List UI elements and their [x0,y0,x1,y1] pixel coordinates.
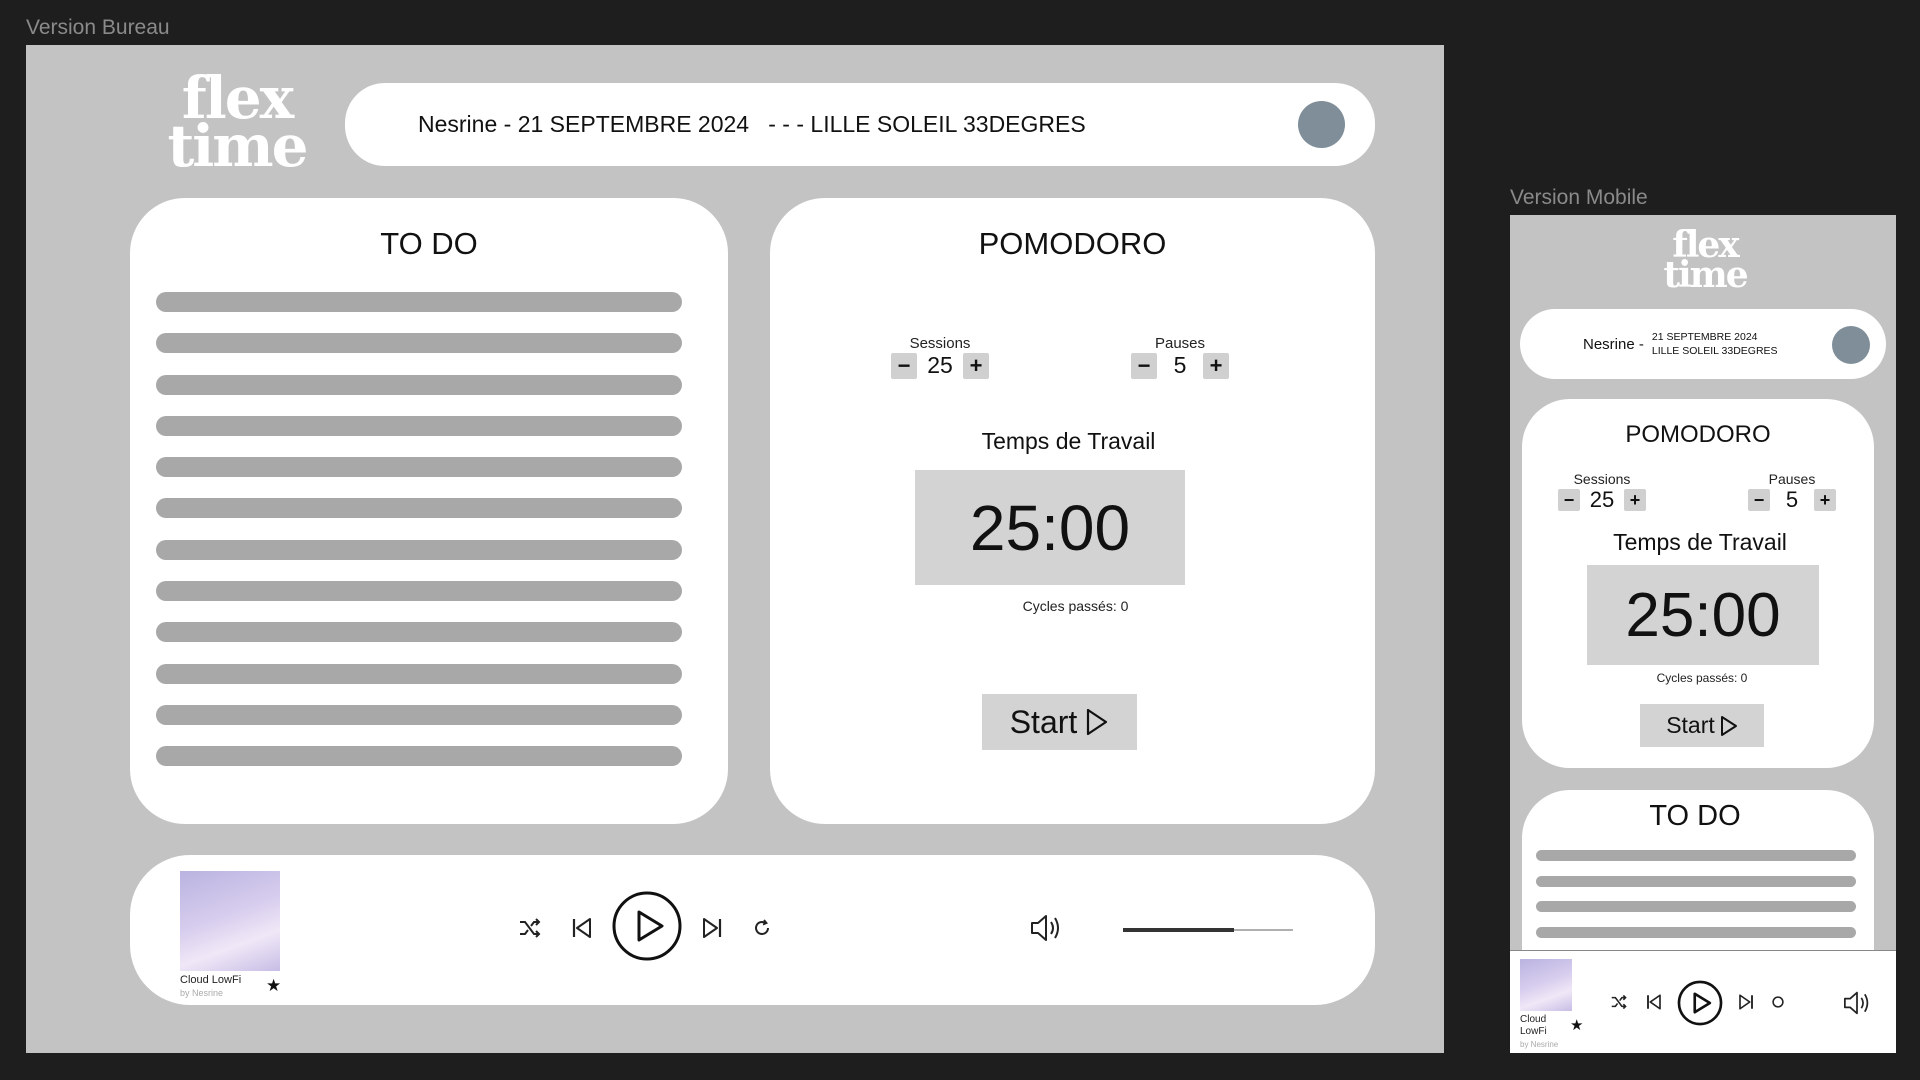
timer-display: 25:00 [1587,565,1819,665]
pauses-decrement-button[interactable]: − [1748,489,1770,511]
todo-list [156,292,682,788]
todo-item[interactable] [156,663,682,684]
previous-icon[interactable] [1643,991,1665,1013]
volume-fill [1123,928,1234,932]
repeat-icon[interactable] [750,916,774,940]
timer-display: 25:00 [915,470,1185,585]
todo-item[interactable] [156,292,682,312]
previous-icon[interactable] [568,914,596,942]
header-name: Nesrine - [1583,335,1644,353]
volume-slider[interactable] [1123,928,1293,932]
shuffle-icon[interactable] [516,914,544,942]
todo-item[interactable] [1536,901,1856,912]
todo-item[interactable] [156,539,682,560]
cycles-counter: Cycles passés: 0 [1656,671,1748,685]
header-bar-mobile: Nesrine - 21 SEPTEMBRE 2024 LILLE SOLEIL… [1520,309,1886,379]
start-button[interactable]: Start [1640,704,1764,747]
cycles-counter: Cycles passés: 0 [1022,598,1129,614]
todo-list [1536,850,1856,952]
pauses-decrement-button[interactable]: − [1131,352,1157,379]
todo-item[interactable] [156,498,682,519]
start-label: Start [1666,712,1715,738]
sessions-label: Sessions [909,335,971,352]
sessions-value: 25 [1589,487,1615,512]
pauses-increment-button[interactable]: + [1814,489,1836,511]
volume-icon[interactable] [1840,989,1874,1017]
pauses-value: 5 [1173,352,1187,378]
todo-item[interactable] [156,457,682,478]
start-label: Start [1009,703,1078,740]
todo-title: TO DO [1649,800,1741,832]
mobile-version-label: Version Mobile [1510,186,1648,209]
star-icon[interactable]: ★ [266,976,281,996]
album-cover[interactable] [1520,959,1572,1011]
avatar[interactable] [1298,101,1345,148]
avatar[interactable] [1832,326,1870,364]
pauses-value: 5 [1785,487,1799,512]
pauses-increment-button[interactable]: + [1203,352,1229,379]
music-player: Cloud LowFi by Nesrine ★ [130,855,1375,1005]
sessions-increment-button[interactable]: + [1624,489,1646,511]
pomodoro-title: POMODORO [978,226,1167,261]
track-title: Cloud LowFi [180,974,242,986]
pomodoro-card-mobile: POMODORO Sessions − 25 + Pauses − 5 + Te… [1522,399,1874,768]
work-time-label: Temps de Travail [1613,529,1787,555]
start-button[interactable]: Start [982,694,1137,750]
header-date: 21 SEPTEMBRE 2024 [1651,330,1758,343]
todo-item[interactable] [156,581,682,602]
sessions-value: 25 [927,352,953,378]
play-icon[interactable] [1677,980,1723,1026]
sessions-stepper: Sessions − 25 + [1552,471,1652,513]
pomodoro-title: POMODORO [1625,421,1771,448]
play-icon[interactable] [612,891,682,961]
desktop-version-label: Version Bureau [26,16,170,39]
todo-item[interactable] [156,704,682,725]
music-player-mobile: Cloud LowFi by Nesrine ★ [1510,950,1896,1053]
next-icon[interactable] [698,914,726,942]
logo-line-2: time [167,111,308,180]
sessions-decrement-button[interactable]: − [891,352,917,379]
sessions-stepper: Sessions − 25 + [885,335,995,379]
volume-icon[interactable] [1028,911,1064,945]
header-info-text: Nesrine - 21 SEPTEMBRE 2024 - - - LILLE … [418,111,1086,137]
pauses-label: Pauses [1154,335,1206,352]
todo-item[interactable] [156,415,682,436]
flextime-logo: flex time [162,69,312,180]
todo-item[interactable] [156,746,682,767]
todo-item[interactable] [1536,850,1856,861]
shuffle-icon[interactable] [1608,991,1630,1013]
pauses-stepper: Pauses − 5 + [1125,335,1235,379]
sessions-increment-button[interactable]: + [963,352,989,379]
todo-item[interactable] [156,374,682,395]
play-triangle-icon [1720,715,1737,736]
desktop-frame: flex time Nesrine - 21 SEPTEMBRE 2024 - … [26,45,1444,1053]
work-time-label: Temps de Travail [981,428,1156,454]
album-cover[interactable] [180,871,280,971]
header-weather: LILLE SOLEIL 33DEGRES [1651,345,1778,357]
header-bar: Nesrine - 21 SEPTEMBRE 2024 - - - LILLE … [345,83,1375,166]
todo-item[interactable] [1536,926,1856,938]
star-icon[interactable]: ★ [1570,1016,1583,1034]
logo-line-2: time [1663,253,1748,296]
pauses-stepper: Pauses − 5 + [1742,471,1842,513]
mobile-frame: flex time Nesrine - 21 SEPTEMBRE 2024 LI… [1510,215,1896,1053]
flextime-logo-mobile: flex time [1650,227,1760,296]
todo-card: TO DO [130,198,728,824]
sessions-decrement-button[interactable]: − [1558,489,1580,511]
todo-title: TO DO [380,226,478,261]
repeat-icon[interactable] [1769,993,1787,1011]
play-triangle-icon [1087,708,1108,736]
pomodoro-card: POMODORO Sessions − 25 + Pauses − 5 + Te… [770,198,1375,824]
pauses-label: Pauses [1768,471,1816,487]
track-artist: by Nesrine [1520,1040,1559,1049]
todo-item[interactable] [1536,875,1856,887]
header-info: 21 SEPTEMBRE 2024 LILLE SOLEIL 33DEGRES [1652,330,1778,358]
sessions-label: Sessions [1573,471,1631,487]
next-icon[interactable] [1735,991,1757,1013]
track-title: Cloud LowFi [1520,1014,1547,1037]
todo-item[interactable] [156,622,682,643]
todo-item[interactable] [156,333,682,354]
track-artist: by Nesrine [180,988,224,998]
